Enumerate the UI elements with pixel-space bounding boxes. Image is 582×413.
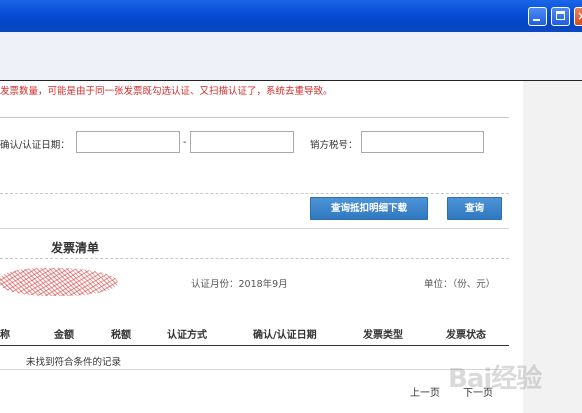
empty-table-message: 未找到符合条件的记录 — [26, 357, 122, 368]
close-button[interactable]: × — [574, 7, 582, 26]
divider — [0, 117, 509, 118]
table-bottom-rule — [0, 369, 509, 370]
prev-page-link[interactable]: 上一页 — [410, 384, 440, 399]
maximize-icon — [556, 11, 565, 20]
dashed-divider — [0, 258, 509, 259]
column-header-invoice-type: 发票类型 — [363, 330, 403, 341]
date-separator: - — [183, 137, 187, 148]
dashed-divider — [0, 193, 509, 194]
unit-label: 单位：（份、元） — [424, 279, 496, 290]
dedupe-notice: 发票数量，可能是由于同一张发票既勾选认证、又扫描认证了，系统去重导致。 — [0, 86, 333, 97]
seller-tax-input[interactable] — [361, 131, 484, 153]
watermark-logo: Bai经验 — [448, 364, 542, 394]
date-label: 确认/认证日期： — [0, 140, 70, 151]
browser-toolbar — [0, 32, 582, 81]
column-header-cert-date: 确认/认证日期 — [253, 330, 317, 341]
maximize-button[interactable] — [551, 7, 570, 26]
download-details-button[interactable]: 查询抵扣明细下载 — [310, 197, 428, 220]
table-header-rule — [0, 345, 509, 346]
column-header-cert-method: 认证方式 — [167, 330, 207, 341]
seller-tax-label: 销方税号： — [310, 140, 358, 151]
minimize-button[interactable] — [528, 7, 547, 26]
column-header-invoice-status: 发票状态 — [446, 330, 486, 341]
close-icon: × — [577, 8, 582, 25]
query-button[interactable]: 查询 — [447, 197, 502, 220]
certification-period: 认证月份：2018年9月 — [191, 279, 288, 290]
divider — [0, 228, 509, 229]
invoice-list-title: 发票清单 — [51, 241, 100, 255]
date-to-input[interactable] — [190, 131, 294, 153]
column-header-amount: 金额 — [54, 330, 74, 341]
minimize-icon — [533, 19, 540, 21]
date-from-input[interactable] — [76, 131, 180, 153]
column-header-name: 称 — [0, 330, 10, 341]
redacted-company-name — [0, 268, 118, 296]
column-header-tax: 税额 — [111, 330, 131, 341]
window-titlebar: × — [0, 0, 582, 32]
